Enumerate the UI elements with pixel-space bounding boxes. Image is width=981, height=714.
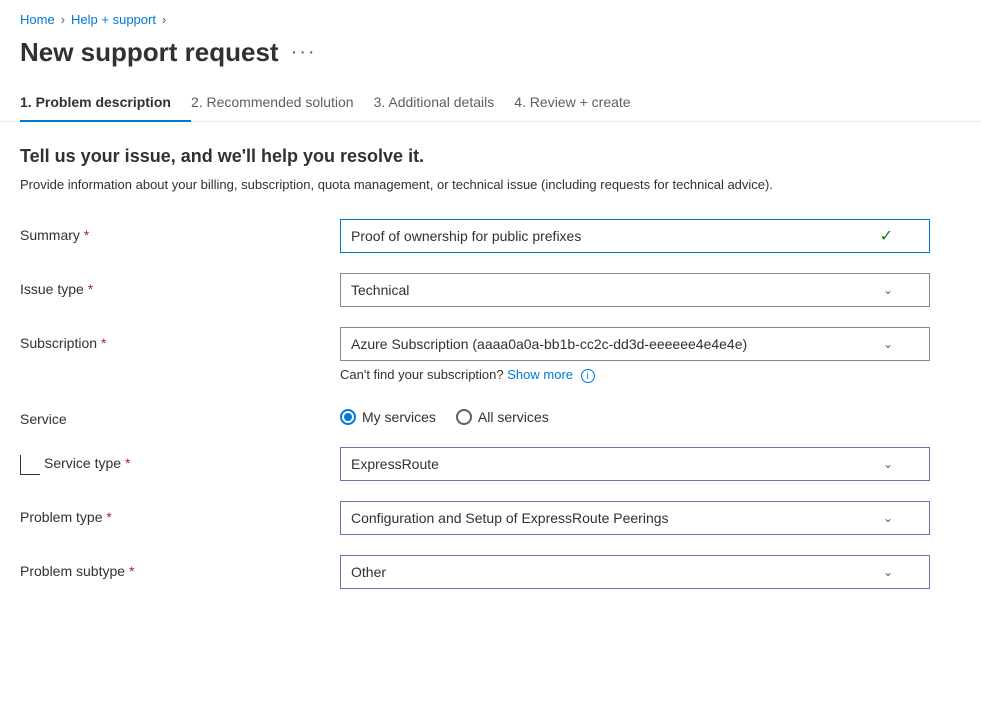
service-all-services-label: All services [478,409,549,425]
breadcrumb-sep-1: › [61,12,65,27]
service-all-services-radio[interactable] [456,409,472,425]
service-type-required: * [125,455,130,471]
problem-type-value: Configuration and Setup of ExpressRoute … [351,510,883,526]
problem-subtype-label: Problem subtype * [20,555,340,579]
form-row-subscription: Subscription * Azure Subscription (aaaa0… [20,327,961,383]
service-type-control: ExpressRoute ⌄ [340,447,930,481]
section-desc: Provide information about your billing, … [20,175,961,195]
page-title: New support request [20,37,279,68]
service-my-services-label: My services [362,409,436,425]
form-row-problem-subtype: Problem subtype * Other ⌄ [20,555,961,589]
summary-input[interactable]: Proof of ownership for public prefixes ✓ [340,219,930,253]
subscription-show-more-link[interactable]: Show more [507,367,573,382]
subscription-info-icon[interactable]: i [581,369,595,383]
form-row-service-type: Service type * ExpressRoute ⌄ [20,447,961,481]
service-type-chevron-icon: ⌄ [883,457,893,471]
service-type-value: ExpressRoute [351,456,883,472]
page-menu-dots[interactable]: ··· [291,41,317,64]
problem-subtype-required: * [129,563,134,579]
issue-type-required: * [88,281,93,297]
service-type-label-text: Service type * [44,455,130,471]
issue-type-select-wrapper: Technical ⌄ [340,273,930,307]
subscription-select-wrapper: Azure Subscription (aaaa0a0a-bb1b-cc2c-d… [340,327,930,361]
summary-input-wrapper: Proof of ownership for public prefixes ✓ [340,219,930,253]
form-row-problem-type: Problem type * Configuration and Setup o… [20,501,961,535]
tab-problem-description[interactable]: 1. Problem description [20,84,191,122]
breadcrumb-sep-2: › [162,12,166,27]
tab-review-create[interactable]: 4. Review + create [514,84,650,122]
problem-type-select-wrapper: Configuration and Setup of ExpressRoute … [340,501,930,535]
service-type-label-area: Service type * [20,447,340,475]
subscription-chevron-icon: ⌄ [883,337,893,351]
service-radio-group: My services All services [340,403,930,425]
summary-control: Proof of ownership for public prefixes ✓ [340,219,930,253]
tabs-container: 1. Problem description 2. Recommended so… [0,84,981,122]
tabs: 1. Problem description 2. Recommended so… [20,84,961,121]
problem-type-select[interactable]: Configuration and Setup of ExpressRoute … [340,501,930,535]
problem-subtype-control: Other ⌄ [340,555,930,589]
issue-type-value: Technical [351,282,883,298]
service-label: Service [20,403,340,427]
summary-check-icon: ✓ [880,226,893,246]
summary-value: Proof of ownership for public prefixes [351,228,880,244]
tab-recommended-solution[interactable]: 2. Recommended solution [191,84,374,122]
problem-type-label: Problem type * [20,501,340,525]
page-container: Home › Help + support › New support requ… [0,0,981,714]
subscription-control: Azure Subscription (aaaa0a0a-bb1b-cc2c-d… [340,327,930,383]
subscription-select[interactable]: Azure Subscription (aaaa0a0a-bb1b-cc2c-d… [340,327,930,361]
breadcrumb-help-support[interactable]: Help + support [71,12,156,27]
service-control: My services All services [340,403,930,425]
service-type-select[interactable]: ExpressRoute ⌄ [340,447,930,481]
service-my-services-option[interactable]: My services [340,409,436,425]
problem-type-required: * [106,509,111,525]
problem-type-chevron-icon: ⌄ [883,511,893,525]
service-my-services-radio[interactable] [340,409,356,425]
issue-type-label: Issue type * [20,273,340,297]
problem-subtype-select[interactable]: Other ⌄ [340,555,930,589]
summary-label: Summary * [20,219,340,243]
service-all-services-option[interactable]: All services [456,409,549,425]
problem-subtype-value: Other [351,564,883,580]
problem-subtype-chevron-icon: ⌄ [883,565,893,579]
form-row-issue-type: Issue type * Technical ⌄ [20,273,961,307]
service-type-select-wrapper: ExpressRoute ⌄ [340,447,930,481]
main-content: Tell us your issue, and we'll help you r… [0,122,981,633]
tab-additional-details[interactable]: 3. Additional details [374,84,515,122]
breadcrumb: Home › Help + support › [0,0,981,33]
issue-type-control: Technical ⌄ [340,273,930,307]
subscription-label: Subscription * [20,327,340,351]
breadcrumb-home[interactable]: Home [20,12,55,27]
subscription-required: * [101,335,106,351]
form-row-summary: Summary * Proof of ownership for public … [20,219,961,253]
section-title: Tell us your issue, and we'll help you r… [20,146,961,167]
problem-subtype-select-wrapper: Other ⌄ [340,555,930,589]
form-row-service: Service My services All services [20,403,961,427]
summary-required: * [84,227,89,243]
issue-type-chevron-icon: ⌄ [883,283,893,297]
problem-type-control: Configuration and Setup of ExpressRoute … [340,501,930,535]
page-header: New support request ··· [0,33,981,84]
tree-line-icon [20,455,40,475]
subscription-hint: Can't find your subscription? Show more … [340,367,930,383]
subscription-value: Azure Subscription (aaaa0a0a-bb1b-cc2c-d… [351,336,883,352]
issue-type-select[interactable]: Technical ⌄ [340,273,930,307]
